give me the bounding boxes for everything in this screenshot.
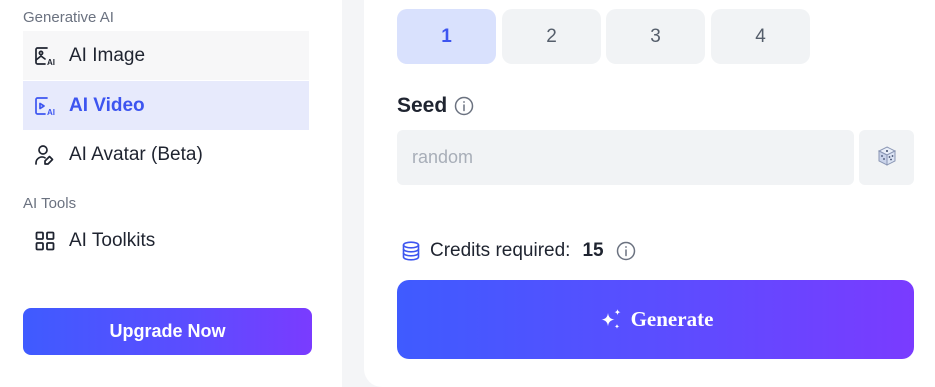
credits-required: Credits required: 15 xyxy=(400,240,636,262)
sidebar-item-label: AI Avatar (Beta) xyxy=(69,143,203,165)
svg-text:AI: AI xyxy=(47,108,55,117)
section-label-ai-tools: AI Tools xyxy=(23,195,77,212)
count-option-3[interactable]: 3 xyxy=(606,9,705,64)
user-edit-icon xyxy=(32,142,58,168)
sidebar: Generative AI AI AI Image AI AI Video AI… xyxy=(0,0,342,387)
svg-text:AI: AI xyxy=(47,58,55,67)
random-seed-button[interactable] xyxy=(859,130,914,185)
credits-value: 15 xyxy=(582,240,604,261)
generate-label: Generate xyxy=(630,307,714,331)
sidebar-item-label: AI Toolkits xyxy=(69,229,156,251)
seed-label-text: Seed xyxy=(397,94,448,117)
sidebar-item-ai-image[interactable]: AI AI Image xyxy=(23,31,309,80)
section-label-generative-ai: Generative AI xyxy=(23,9,114,26)
seed-input[interactable] xyxy=(397,130,854,185)
sparkle-icon xyxy=(598,307,624,333)
info-icon[interactable] xyxy=(616,241,636,261)
sidebar-item-ai-avatar[interactable]: AI Avatar (Beta) xyxy=(23,130,309,179)
seed-label: Seed xyxy=(397,94,474,118)
generate-button[interactable]: Generate xyxy=(397,280,914,359)
upgrade-now-button[interactable]: Upgrade Now xyxy=(23,308,312,355)
video-ai-icon: AI xyxy=(32,93,58,119)
count-option-1[interactable]: 1 xyxy=(397,9,496,64)
sidebar-item-label: AI Image xyxy=(69,44,146,66)
credits-label: Credits required: xyxy=(430,240,571,261)
database-icon xyxy=(400,240,422,262)
sidebar-item-label: AI Video xyxy=(69,94,145,116)
sidebar-item-ai-video[interactable]: AI AI Video xyxy=(23,81,309,130)
image-ai-icon: AI xyxy=(32,43,58,69)
count-option-2[interactable]: 2 xyxy=(502,9,601,64)
sidebar-item-ai-toolkits[interactable]: AI Toolkits xyxy=(23,216,309,265)
info-icon[interactable] xyxy=(454,96,474,116)
grid-icon xyxy=(32,228,58,254)
dice-icon xyxy=(875,144,899,171)
count-option-4[interactable]: 4 xyxy=(711,9,810,64)
